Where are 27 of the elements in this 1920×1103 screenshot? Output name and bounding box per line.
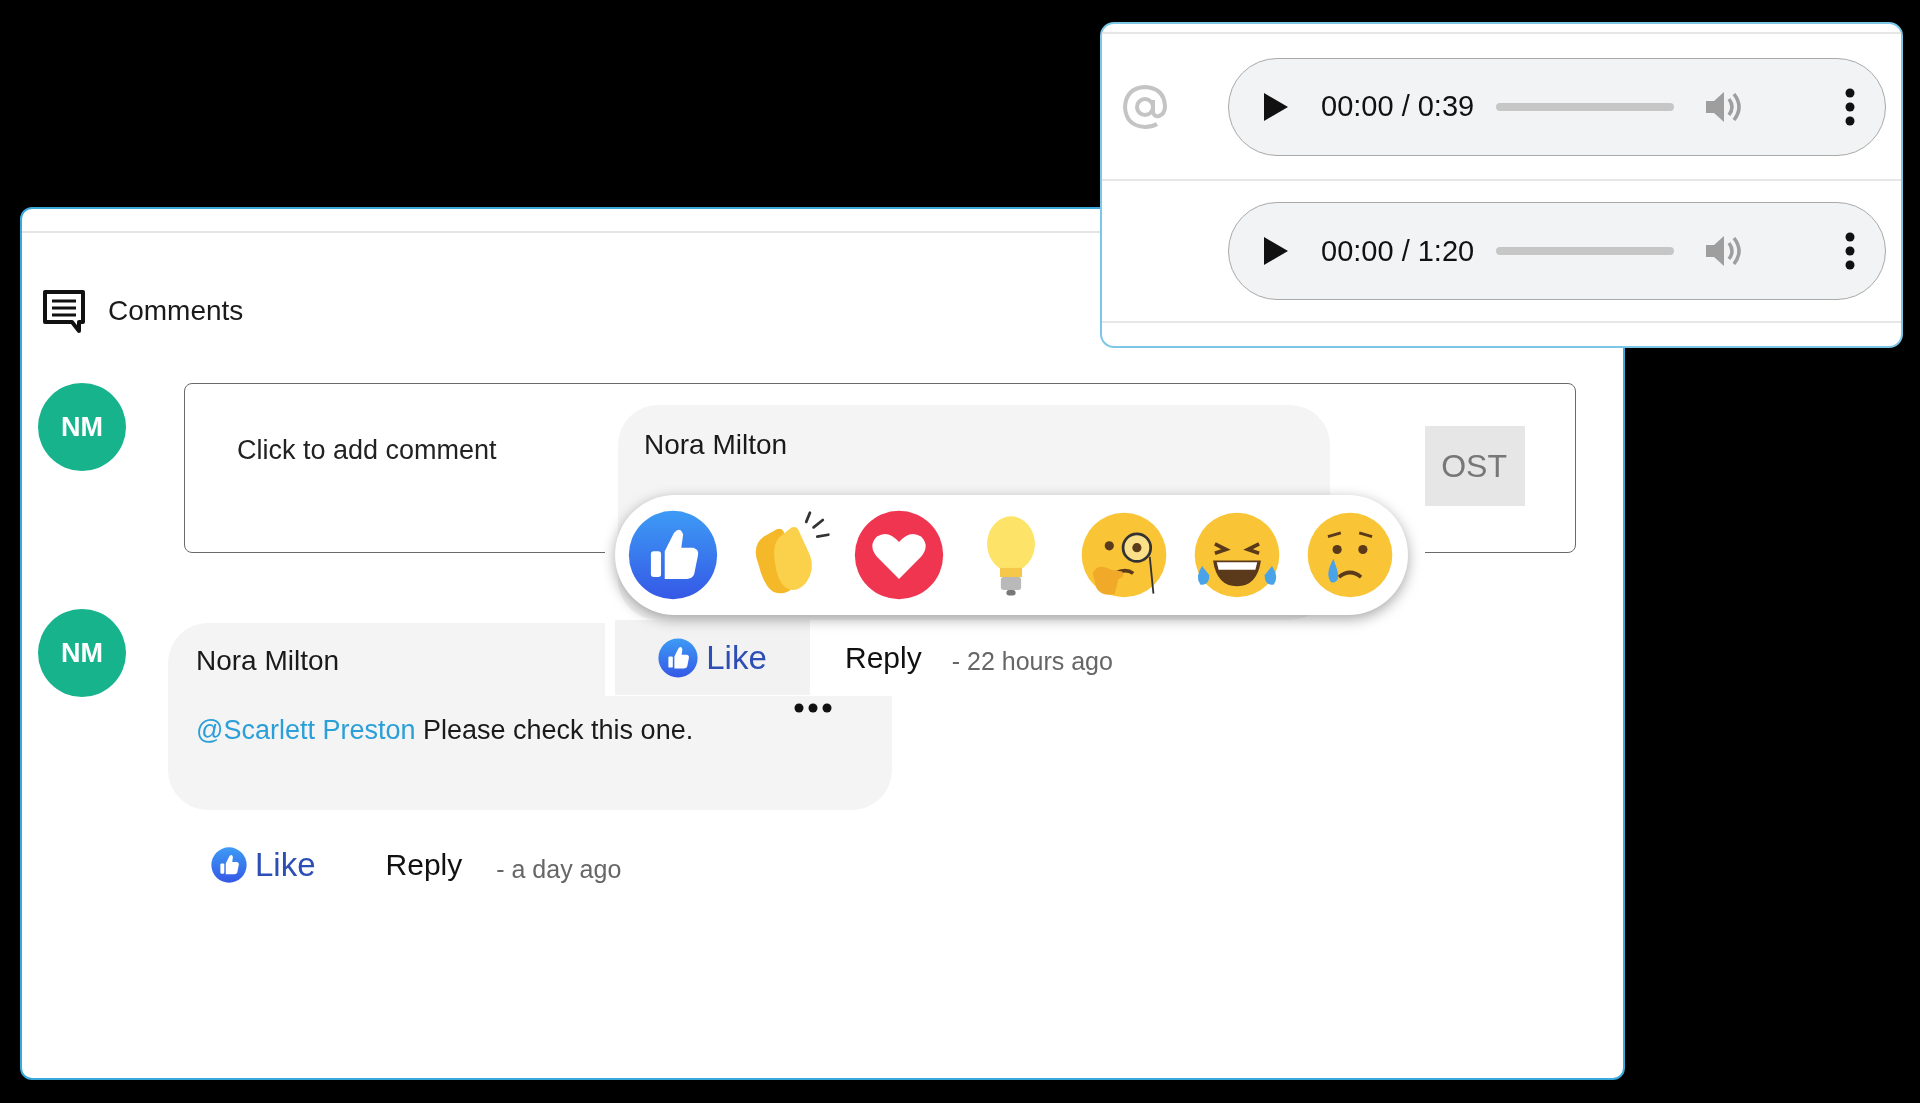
comment-author: Nora Milton [644, 429, 788, 461]
more-options-icon[interactable] [794, 703, 832, 713]
comment-author: Nora Milton [196, 645, 340, 677]
audio-time: 00:00 / 1:20 [1321, 234, 1475, 268]
comment-time: - a day ago [496, 854, 622, 884]
like-button[interactable]: Like [615, 620, 810, 695]
play-icon[interactable] [1263, 91, 1289, 122]
progress-track[interactable] [1496, 247, 1675, 255]
thumbs-up-icon [658, 637, 699, 678]
reply-button[interactable]: Reply [385, 848, 463, 882]
user-avatar: NM [38, 383, 126, 471]
user-avatar: NM [38, 609, 126, 697]
thumbs-up-icon[interactable] [627, 509, 719, 601]
audio-player[interactable]: 00:00 / 1:20 [1228, 202, 1886, 300]
play-icon[interactable] [1263, 236, 1289, 266]
comment-time: - 22 hours ago [951, 647, 1113, 676]
like-button[interactable]: Like [211, 846, 316, 884]
thumbs-up-icon [211, 847, 247, 883]
audio-player[interactable]: 00:00 / 0:39 [1228, 57, 1886, 156]
comment-icon [42, 289, 86, 333]
reply-button[interactable]: Reply [845, 640, 922, 675]
comments-title: Comments [108, 295, 244, 327]
more-options-icon[interactable] [1845, 232, 1855, 270]
audio-time: 00:00 / 0:39 [1321, 90, 1475, 123]
more-options-icon[interactable] [1845, 87, 1855, 126]
progress-track[interactable] [1496, 102, 1675, 111]
comment-text: @Scarlett Preston Please check this one. [196, 715, 694, 746]
